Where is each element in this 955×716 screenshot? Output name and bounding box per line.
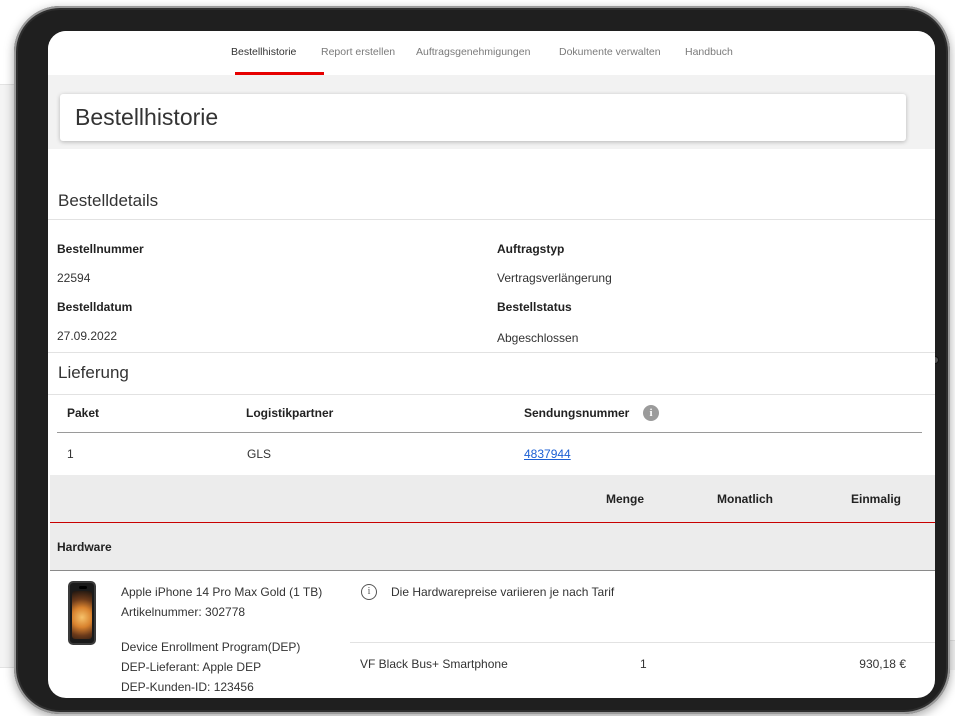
order-number-value: 22594 (57, 271, 91, 285)
hardware-group-row (50, 523, 935, 570)
dep-supplier: DEP-Lieferant: Apple DEP (121, 660, 262, 674)
title-card: Bestellhistorie (60, 94, 906, 141)
product-image-screen (72, 591, 92, 639)
column-monatlich: Monatlich (717, 492, 773, 506)
tab-bestellhistorie[interactable]: Bestellhistorie (231, 46, 296, 58)
column-einmalig: Einmalig (851, 492, 902, 506)
once-value: 930,18 € (859, 657, 906, 671)
column-logistikpartner: Logistikpartner (246, 406, 334, 420)
items-header (50, 475, 935, 522)
delivery-paket-value: 1 (67, 447, 74, 461)
divider (48, 394, 935, 395)
product-image (68, 581, 96, 645)
divider (48, 352, 935, 353)
dep-title: Device Enrollment Program(DEP) (121, 640, 301, 654)
delivery-partner-value: GLS (247, 447, 272, 461)
order-type-value: Vertragsverlängerung (497, 271, 612, 285)
tablet-frame: Bestellhistorie Report erstellen Auftrag… (14, 6, 950, 714)
info-icon[interactable]: i (643, 405, 659, 421)
order-date-label: Bestelldatum (57, 300, 133, 314)
table-header-divider (57, 432, 922, 433)
order-type-label: Auftragstyp (497, 242, 565, 256)
order-number-label: Bestellnummer (57, 242, 144, 256)
delivery-section-title: Lieferung (58, 363, 129, 382)
tab-auftragsgenehmigungen[interactable]: Auftragsgenehmigungen (416, 46, 530, 58)
column-sendungsnummer: Sendungsnummer (524, 406, 630, 420)
divider (350, 642, 935, 643)
tab-report-erstellen[interactable]: Report erstellen (321, 46, 395, 58)
quantity-value: 1 (640, 657, 647, 671)
order-status-value: Abgeschlossen (497, 331, 579, 345)
tracking-number-link[interactable]: 4837944 (524, 447, 571, 461)
order-date-value: 27.09.2022 (57, 329, 118, 343)
tariff-name: VF Black Bus+ Smartphone (360, 657, 508, 671)
hardware-group-label: Hardware (57, 540, 112, 554)
tab-handbuch[interactable]: Handbuch (685, 46, 733, 58)
info-icon[interactable]: i (361, 584, 377, 600)
price-note: Die Hardwarepreise variieren je nach Tar… (391, 585, 615, 599)
top-nav: Bestellhistorie Report erstellen Auftrag… (48, 31, 935, 76)
product-name: Apple iPhone 14 Pro Max Gold (1 TB) (121, 585, 323, 599)
divider (48, 219, 935, 220)
divider (50, 570, 935, 571)
order-status-label: Bestellstatus (497, 300, 572, 314)
dep-customer-id: DEP-Kunden-ID: 123456 (121, 680, 254, 694)
product-article-number: Artikelnummer: 302778 (121, 605, 246, 619)
details-section-title: Bestelldetails (58, 191, 159, 210)
product-image-notch (79, 586, 87, 589)
column-menge: Menge (606, 492, 645, 506)
tablet-screen: Bestellhistorie Report erstellen Auftrag… (48, 31, 935, 698)
page-title: Bestellhistorie (75, 104, 219, 130)
title-section: Bestellhistorie (48, 75, 935, 149)
column-paket: Paket (67, 406, 100, 420)
tab-dokumente-verwalten[interactable]: Dokumente verwalten (559, 46, 661, 58)
